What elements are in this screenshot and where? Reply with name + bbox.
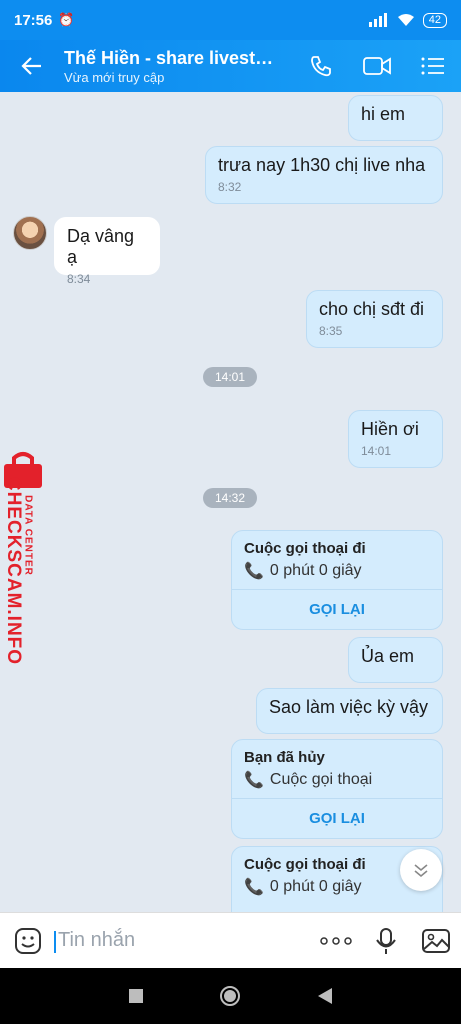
message-bubble[interactable]: hi em (348, 95, 443, 141)
scroll-to-bottom-button[interactable] (400, 849, 442, 891)
contact-name: Thế Hiền - share livestr... (64, 47, 276, 68)
back-button[interactable] (0, 55, 64, 77)
video-camera-icon (363, 57, 391, 75)
more-dots-icon (320, 936, 352, 945)
outgoing-call-icon: 📞 (244, 879, 264, 896)
message-time: 8:35 (319, 324, 343, 338)
watermark: CHECKSCAM.INFO DATA CENTER (0, 450, 50, 680)
call-back-button[interactable]: GỌI LẠI (232, 798, 442, 838)
microphone-icon (376, 927, 396, 954)
menu-button[interactable] (405, 56, 461, 76)
message-time: 8:34 (67, 272, 91, 286)
watermark-subtitle: DATA CENTER (22, 495, 34, 576)
image-button[interactable] (411, 928, 461, 954)
message-time: 8:32 (218, 180, 242, 194)
home-button[interactable] (219, 985, 241, 1007)
message-composer: Tin nhắn (0, 912, 461, 968)
message-text: Dạ vâng ạ (67, 226, 135, 267)
chat-header: Thế Hiền - share livestr... Vừa mới truy… (0, 40, 461, 92)
message-text: Sao làm việc kỳ vậy (269, 697, 429, 717)
video-call-button[interactable] (349, 55, 405, 77)
back-nav-button[interactable] (317, 987, 333, 1005)
call-type: Cuộc gọi thoại (269, 771, 373, 788)
emoji-button[interactable] (0, 927, 56, 955)
list-menu-icon (421, 57, 444, 75)
message-text: trưa nay 1h30 chị live nha (218, 155, 426, 175)
contact-avatar[interactable] (13, 216, 47, 250)
voice-message-button[interactable] (361, 927, 411, 955)
call-card: Bạn đã hủy 📞 Cuộc gọi thoại GỌI LẠI (231, 739, 443, 839)
call-card: Cuộc gọi thoại đi 📞 0 phút 0 giây GỌI LẠI (231, 530, 443, 630)
call-back-button[interactable]: GỌI LẠI (232, 589, 442, 629)
voice-call-button[interactable] (293, 54, 349, 78)
message-text: cho chị sđt đi (319, 299, 425, 319)
incoming-message-bubble[interactable]: Dạ vâng ạ 8:34 (54, 217, 160, 286)
wifi-icon (397, 14, 414, 26)
status-time: 17:56 (14, 11, 53, 29)
message-bubble[interactable]: cho chị sđt đi 8:35 (306, 290, 443, 348)
message-text: hi em (361, 104, 406, 124)
message-text: Hiền ơi (361, 419, 419, 439)
double-chevron-down-icon (414, 864, 428, 878)
time-divider: 14:32 (203, 488, 258, 508)
call-duration: 0 phút 0 giây (269, 878, 362, 895)
message-text: Ủa em (361, 646, 415, 666)
battery-indicator: 42 (422, 12, 447, 28)
message-bubble[interactable]: trưa nay 1h30 chị live nha 8:32 (205, 146, 443, 204)
message-list[interactable]: hi em trưa nay 1h30 chị live nha 8:32 Dạ… (0, 92, 461, 912)
message-time: 14:01 (361, 444, 392, 458)
call-duration: 0 phút 0 giây (269, 562, 362, 579)
recents-button[interactable] (128, 988, 144, 1004)
cancelled-call-icon: 📞 (244, 772, 264, 789)
signal-icon (368, 13, 387, 27)
call-title: Bạn đã hủy (244, 749, 325, 766)
contact-status: Vừa mới truy cập (64, 69, 165, 85)
message-input[interactable]: Tin nhắn (54, 929, 311, 953)
watermark-brand: CHECKSCAM.INFO (3, 476, 24, 666)
more-options-button[interactable] (311, 936, 361, 946)
message-bubble[interactable]: Hiền ơi 14:01 (348, 410, 443, 468)
android-nav-bar (0, 968, 461, 1024)
outgoing-call-icon: 📞 (244, 563, 264, 580)
contact-info[interactable]: Thế Hiền - share livestr... Vừa mới truy… (64, 48, 293, 85)
time-divider: 14:01 (203, 367, 258, 387)
call-title: Cuộc gọi thoại đi (244, 540, 366, 557)
message-bubble[interactable]: Ủa em (348, 637, 443, 683)
phone-icon (311, 56, 331, 77)
emoji-icon (15, 927, 41, 954)
alarm-icon: ⏰ (58, 12, 75, 27)
message-bubble[interactable]: Sao làm việc kỳ vậy (256, 688, 443, 734)
image-icon (422, 928, 450, 953)
status-bar: 17:56 ⏰ 42 (0, 0, 461, 40)
back-arrow-icon (21, 57, 41, 75)
